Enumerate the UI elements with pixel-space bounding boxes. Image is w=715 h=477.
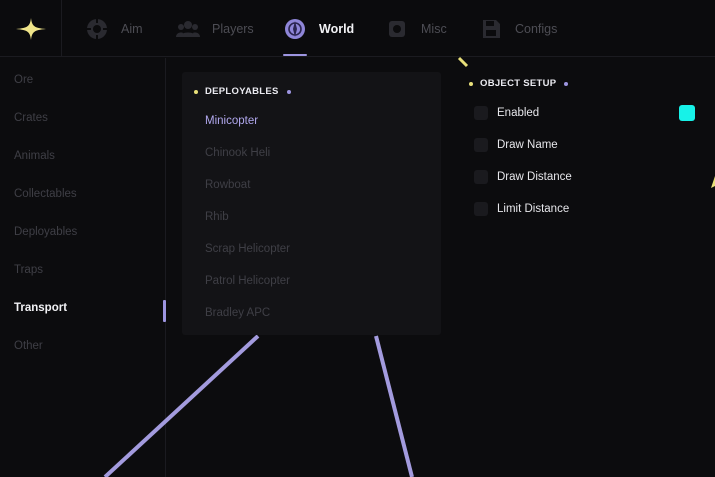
deployables-panel (182, 72, 441, 335)
draw-name-checkbox[interactable] (474, 138, 488, 152)
deployable-item-rowboat[interactable]: Rowboat (205, 179, 250, 191)
header-dot-icon (286, 89, 291, 94)
header-dot-icon (194, 89, 198, 94)
limit-distance-checkbox[interactable] (474, 202, 488, 216)
header-dot-icon (564, 81, 569, 86)
deployable-item-patrol-helicopter[interactable]: Patrol Helicopter (205, 275, 290, 287)
deployables-title: DEPLOYABLES (205, 86, 279, 97)
object-setup-header: OBJECT SETUP (469, 78, 569, 89)
deployable-item-scrap-helicopter[interactable]: Scrap Helicopter (205, 243, 290, 255)
deployable-item-rhib[interactable]: Rhib (205, 211, 229, 223)
enabled-label: Enabled (497, 107, 540, 119)
enabled-color-swatch[interactable] (679, 105, 695, 121)
deployable-item-bradley-apc[interactable]: Bradley APC (205, 307, 270, 319)
draw-name-label: Draw Name (497, 139, 558, 151)
option-draw-distance[interactable]: Draw Distance (474, 170, 572, 184)
option-enabled[interactable]: Enabled (474, 106, 539, 120)
header-dot-icon (469, 81, 473, 86)
deployable-item-minicopter[interactable]: Minicopter (205, 115, 258, 127)
option-draw-name[interactable]: Draw Name (474, 138, 558, 152)
deployable-item-chinook-heli[interactable]: Chinook Heli (205, 147, 270, 159)
option-limit-distance[interactable]: Limit Distance (474, 202, 569, 216)
limit-distance-label: Limit Distance (497, 203, 570, 215)
deployables-header: DEPLOYABLES (194, 86, 291, 97)
object-setup-title: OBJECT SETUP (480, 78, 557, 89)
draw-distance-checkbox[interactable] (474, 170, 488, 184)
enabled-checkbox[interactable] (474, 106, 488, 120)
draw-distance-label: Draw Distance (497, 171, 572, 183)
